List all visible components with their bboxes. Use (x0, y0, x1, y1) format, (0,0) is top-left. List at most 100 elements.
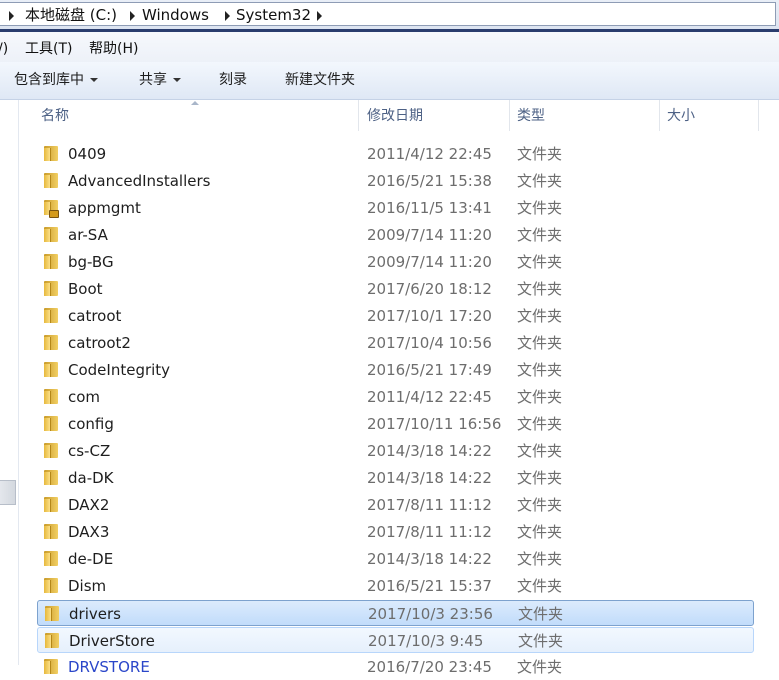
column-size[interactable]: 大小 (667, 108, 695, 124)
address-bar: 本地磁盘 (C:) Windows System32 (0, 0, 779, 32)
file-row[interactable]: Boot 2017/6/20 18:12 文件夹 (37, 276, 754, 302)
file-type: 文件夹 (517, 307, 563, 325)
file-type: 文件夹 (517, 388, 563, 406)
file-date-modified: 2017/8/11 11:12 (367, 496, 492, 514)
file-name: DAX2 (68, 496, 110, 514)
file-name: CodeIntegrity (68, 361, 171, 379)
file-name: Boot (68, 280, 103, 298)
address-breadcrumb[interactable]: 本地磁盘 (C:) Windows System32 (0, 2, 776, 26)
share-label: 共享 (139, 72, 167, 88)
file-name: da-DK (68, 469, 114, 487)
file-date-modified: 2011/4/12 22:45 (367, 145, 492, 163)
file-row[interactable]: DAX3 2017/8/11 11:12 文件夹 (37, 519, 754, 545)
file-type: 文件夹 (517, 334, 563, 352)
column-header: 名称 修改日期 类型 大小 (19, 100, 779, 131)
file-row[interactable]: bg-BG 2009/7/14 11:20 文件夹 (37, 249, 754, 275)
folder-icon (44, 173, 58, 188)
file-row[interactable]: Dism 2016/5/21 15:37 文件夹 (37, 573, 754, 599)
new-folder-button[interactable]: 新建文件夹 (285, 72, 355, 88)
file-type: 文件夹 (517, 577, 563, 595)
file-row[interactable]: de-DE 2014/3/18 14:22 文件夹 (37, 546, 754, 572)
menu-help[interactable]: 帮助(H) (89, 41, 138, 57)
burn-button[interactable]: 刻录 (219, 72, 247, 88)
navigation-scrollbar-thumb[interactable] (0, 480, 16, 505)
column-type[interactable]: 类型 (517, 108, 545, 124)
column-divider[interactable] (509, 100, 510, 131)
folder-icon (44, 470, 58, 485)
file-row[interactable]: AdvancedInstallers 2016/5/21 15:38 文件夹 (37, 168, 754, 194)
file-type: 文件夹 (517, 496, 563, 514)
breadcrumb-arrow-icon[interactable] (130, 11, 135, 21)
file-row[interactable]: DriverStore 2017/10/3 9:45 文件夹 (37, 627, 754, 653)
folder-icon (44, 443, 58, 458)
file-name: de-DE (68, 550, 114, 568)
folder-icon (44, 146, 58, 161)
file-row[interactable]: catroot 2017/10/1 17:20 文件夹 (37, 303, 754, 329)
share-button[interactable]: 共享 (139, 72, 181, 88)
file-type: 文件夹 (517, 361, 563, 379)
file-date-modified: 2011/4/12 22:45 (367, 388, 492, 406)
folder-icon (44, 551, 58, 566)
file-row[interactable]: config 2017/10/11 16:56 文件夹 (37, 411, 754, 437)
menu-tools[interactable]: 工具(T) (25, 41, 72, 57)
breadcrumb-windows[interactable]: Windows (142, 6, 209, 24)
file-date-modified: 2016/5/21 17:49 (367, 361, 492, 379)
file-name: appmgmt (68, 199, 141, 217)
folder-icon (44, 281, 58, 296)
folder-icon (44, 389, 58, 404)
breadcrumb-arrow-icon[interactable] (9, 11, 14, 21)
include-in-library-button[interactable]: 包含到库中 (14, 72, 98, 88)
command-toolbar: 包含到库中 共享 刻录 新建文件夹 (0, 62, 779, 100)
file-name: com (68, 388, 101, 406)
column-divider[interactable] (358, 100, 359, 131)
file-date-modified: 2017/10/3 23:56 (368, 605, 493, 623)
file-date-modified: 2016/7/20 23:45 (367, 658, 492, 676)
file-row[interactable]: DRVSTORE 2016/7/20 23:45 文件夹 (37, 654, 754, 680)
column-divider[interactable] (758, 100, 759, 131)
folder-icon (44, 335, 58, 350)
column-date-modified[interactable]: 修改日期 (367, 108, 423, 124)
file-row[interactable]: catroot2 2017/10/4 10:56 文件夹 (37, 330, 754, 356)
menu-view-partial[interactable]: /) (0, 41, 8, 57)
file-type: 文件夹 (517, 145, 563, 163)
file-type: 文件夹 (517, 280, 563, 298)
folder-icon (44, 416, 58, 431)
breadcrumb-arrow-icon[interactable] (317, 11, 322, 21)
file-name: bg-BG (68, 253, 114, 271)
file-date-modified: 2014/3/18 14:22 (367, 442, 492, 460)
file-name: Dism (68, 577, 107, 595)
file-row[interactable]: drivers 2017/10/3 23:56 文件夹 (37, 600, 754, 626)
file-row[interactable]: da-DK 2014/3/18 14:22 文件夹 (37, 465, 754, 491)
file-row[interactable]: DAX2 2017/8/11 11:12 文件夹 (37, 492, 754, 518)
file-type: 文件夹 (517, 199, 563, 217)
file-type: 文件夹 (518, 605, 564, 623)
folder-icon (44, 308, 58, 323)
file-row[interactable]: CodeIntegrity 2016/5/21 17:49 文件夹 (37, 357, 754, 383)
column-divider[interactable] (659, 100, 660, 131)
file-row[interactable]: appmgmt 2016/11/5 13:41 文件夹 (37, 195, 754, 221)
breadcrumb-arrow-icon[interactable] (225, 11, 230, 21)
file-name: catroot2 (68, 334, 131, 352)
include-in-library-label: 包含到库中 (14, 72, 84, 88)
file-name: DriverStore (69, 632, 155, 650)
file-row[interactable]: com 2011/4/12 22:45 文件夹 (37, 384, 754, 410)
folder-icon (44, 659, 58, 674)
file-type: 文件夹 (518, 632, 564, 650)
folder-icon (44, 524, 58, 539)
file-row[interactable]: cs-CZ 2014/3/18 14:22 文件夹 (37, 438, 754, 464)
folder-icon (44, 254, 58, 269)
column-name[interactable]: 名称 (41, 108, 69, 124)
file-type: 文件夹 (517, 550, 563, 568)
file-row[interactable]: 0409 2011/4/12 22:45 文件夹 (37, 141, 754, 167)
breadcrumb-drive-c[interactable]: 本地磁盘 (C:) (25, 6, 117, 24)
file-name: drivers (69, 605, 121, 623)
navigation-pane[interactable] (0, 100, 19, 665)
file-date-modified: 2017/8/11 11:12 (367, 523, 492, 541)
file-type: 文件夹 (517, 415, 563, 433)
file-type: 文件夹 (517, 172, 563, 190)
folder-icon (45, 606, 59, 621)
file-date-modified: 2017/10/4 10:56 (367, 334, 492, 352)
file-row[interactable]: ar-SA 2009/7/14 11:20 文件夹 (37, 222, 754, 248)
folder-icon (45, 633, 59, 648)
breadcrumb-system32[interactable]: System32 (236, 6, 311, 24)
